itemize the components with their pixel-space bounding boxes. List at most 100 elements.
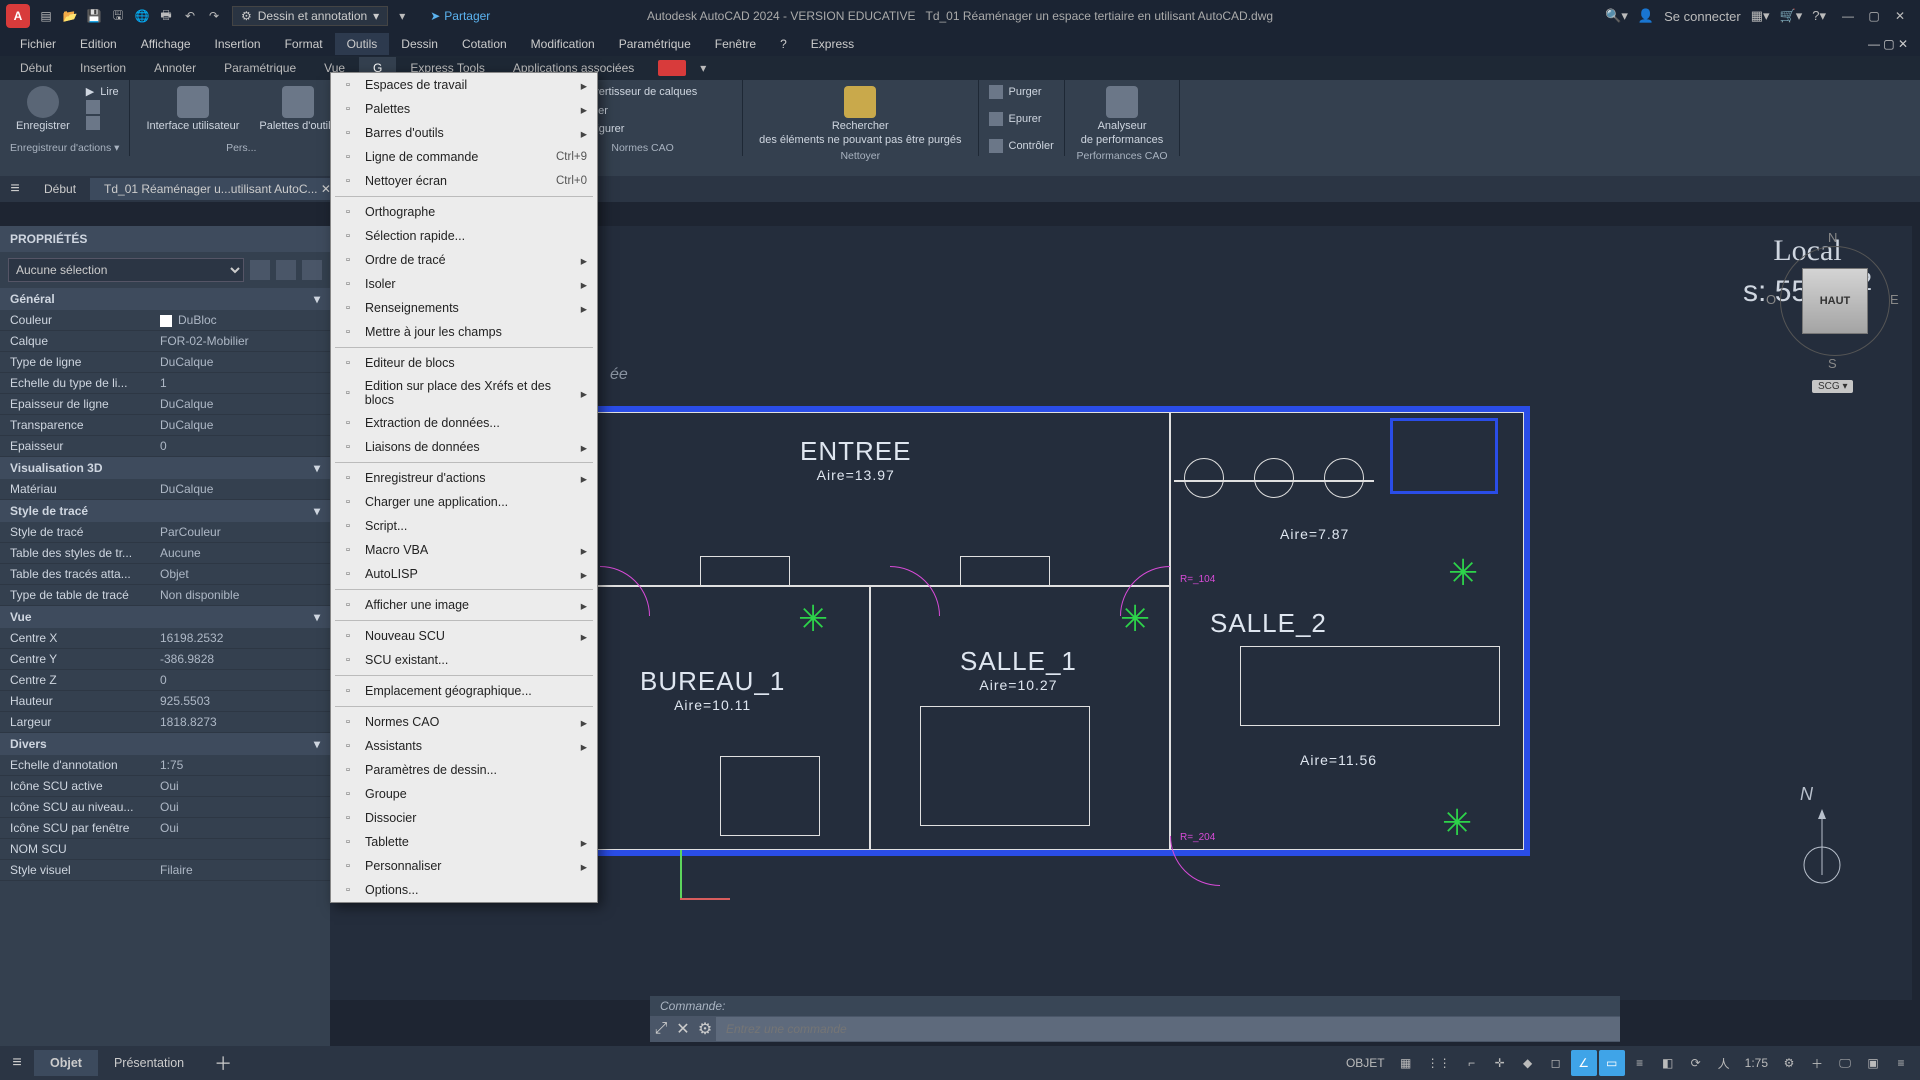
prop-row[interactable]: MatériauDuCalque xyxy=(0,479,330,500)
record-button[interactable]: Enregistrer xyxy=(10,84,76,134)
help-icon[interactable]: ?▾ xyxy=(1812,8,1826,24)
prop-row[interactable]: CalqueFOR-02-Mobilier xyxy=(0,331,330,352)
menu-item[interactable]: ▫Renseignements▸ xyxy=(331,296,597,320)
menu-doc-min-icon[interactable]: — ▢ ✕ xyxy=(1856,33,1920,55)
custom-status-icon[interactable]: ≡ xyxy=(1888,1050,1914,1076)
iso-icon[interactable]: ◆ xyxy=(1515,1050,1541,1076)
ortho-icon[interactable]: ⌐ xyxy=(1459,1050,1485,1076)
qat-saveas-icon[interactable]: 🖫 xyxy=(108,6,128,26)
prop-row[interactable]: Table des styles de tr...Aucune xyxy=(0,543,330,564)
prop-row[interactable]: Table des tracés atta...Objet xyxy=(0,564,330,585)
menu-fichier[interactable]: Fichier xyxy=(8,33,68,55)
tab-start[interactable]: Début xyxy=(30,178,90,200)
quickselect-icon[interactable] xyxy=(250,260,270,280)
menu-dessin[interactable]: Dessin xyxy=(389,33,450,55)
menu-item[interactable]: ▫Liaisons de données▸ xyxy=(331,435,597,459)
prop-row[interactable]: CouleurDuBloc xyxy=(0,310,330,331)
prop-row[interactable]: Centre X16198.2532 xyxy=(0,628,330,649)
iso2-icon[interactable]: ▣ xyxy=(1860,1050,1886,1076)
qat-redo-icon[interactable]: ↷ xyxy=(204,6,224,26)
qat-open-icon[interactable]: 📂 xyxy=(60,6,80,26)
menu-edition[interactable]: Edition xyxy=(68,33,129,55)
cui-button[interactable]: Interface utilisateur xyxy=(140,84,245,134)
epure-button[interactable]: Epurer xyxy=(989,111,1054,127)
app-switch-icon[interactable]: ▦▾ xyxy=(1751,8,1770,24)
menu-outils[interactable]: Outils xyxy=(335,33,390,55)
prop-row[interactable]: Epaisseur de ligneDuCalque xyxy=(0,394,330,415)
menu-format[interactable]: Format xyxy=(273,33,335,55)
menu-item[interactable]: ▫Mettre à jour les champs xyxy=(331,320,597,344)
menu-item[interactable]: ▫Edition sur place des Xréfs et des bloc… xyxy=(331,375,597,411)
tab-model[interactable]: Objet xyxy=(34,1050,98,1076)
cmd-customize-icon[interactable]: ⚙ xyxy=(694,1016,716,1042)
menu-item[interactable]: ▫Editeur de blocs xyxy=(331,351,597,375)
cycle-icon[interactable]: ⟳ xyxy=(1683,1050,1709,1076)
pickadd-icon[interactable] xyxy=(302,260,322,280)
menu-item[interactable]: ▫Orthographe xyxy=(331,200,597,224)
menu-item[interactable]: ▫Ligne de commandeCtrl+9 xyxy=(331,145,597,169)
cart-icon[interactable]: 🛒▾ xyxy=(1780,8,1803,24)
menu-insertion[interactable]: Insertion xyxy=(203,33,273,55)
menu-item[interactable]: ▫Assistants▸ xyxy=(331,734,597,758)
prop-row[interactable]: Hauteur925.5503 xyxy=(0,691,330,712)
command-input[interactable] xyxy=(716,1017,1620,1041)
ribbon-chevron-icon[interactable]: ▾ xyxy=(686,57,720,79)
qat-web-icon[interactable]: 🌐 xyxy=(132,6,152,26)
menu-item[interactable]: ▫Isoler▸ xyxy=(331,272,597,296)
prop-row[interactable]: Type de table de tracéNon disponible xyxy=(0,585,330,606)
ribbon-tab-insertion[interactable]: Insertion xyxy=(66,57,140,79)
ribbon-layer-chip[interactable] xyxy=(658,60,686,76)
prop-section-plot[interactable]: Style de tracé▾ xyxy=(0,500,330,522)
prop-row[interactable]: Largeur1818.8273 xyxy=(0,712,330,733)
prop-row[interactable]: Icône SCU activeOui xyxy=(0,776,330,797)
prop-section-misc[interactable]: Divers▾ xyxy=(0,733,330,755)
tab-layout1[interactable]: Présentation xyxy=(98,1050,200,1076)
maximize-icon[interactable]: ▢ xyxy=(1862,4,1886,28)
menu-item[interactable]: ▫Emplacement géographique... xyxy=(331,679,597,703)
prop-row[interactable]: TransparenceDuCalque xyxy=(0,415,330,436)
grid-icon[interactable]: ▦ xyxy=(1393,1050,1419,1076)
menu-item[interactable]: ▫Macro VBA▸ xyxy=(331,538,597,562)
prop-row[interactable]: Type de ligneDuCalque xyxy=(0,352,330,373)
menu-item[interactable]: ▫Script... xyxy=(331,514,597,538)
menu-item[interactable]: ▫Charger une application... xyxy=(331,490,597,514)
tab-add[interactable]: ＋ xyxy=(200,1050,246,1076)
menu-item[interactable]: ▫Espaces de travail▸ xyxy=(331,73,597,97)
prop-row[interactable]: Icône SCU par fenêtreOui xyxy=(0,818,330,839)
vc-e[interactable]: E xyxy=(1890,292,1899,307)
transp-icon[interactable]: ◧ xyxy=(1655,1050,1681,1076)
menu-item[interactable]: ▫Sélection rapide... xyxy=(331,224,597,248)
vc-wcs[interactable]: SCG ▾ xyxy=(1812,380,1853,393)
close-icon[interactable]: ✕ xyxy=(1888,4,1912,28)
selectobj-icon[interactable] xyxy=(276,260,296,280)
ribbon-tab-debut[interactable]: Début xyxy=(6,57,66,79)
viewcube[interactable]: HAUT xyxy=(1802,268,1868,334)
control-button[interactable]: Contrôler xyxy=(989,138,1054,154)
qat-undo-icon[interactable]: ↶ xyxy=(180,6,200,26)
anno-icon[interactable]: 人 xyxy=(1711,1050,1737,1076)
prop-row[interactable]: Echelle d'annotation1:75 xyxy=(0,755,330,776)
cmd-close-icon[interactable]: ✕ xyxy=(672,1016,694,1042)
minimize-icon[interactable]: — xyxy=(1836,4,1860,28)
dyn-icon[interactable]: ▭ xyxy=(1599,1050,1625,1076)
signin-label[interactable]: Se connecter xyxy=(1664,9,1741,24)
menu-affichage[interactable]: Affichage xyxy=(129,33,203,55)
menu-item[interactable]: ▫Barres d'outils▸ xyxy=(331,121,597,145)
prop-row[interactable]: Style de tracéParCouleur xyxy=(0,522,330,543)
tab-active-doc[interactable]: Td_01 Réaménager u...utilisant AutoC... … xyxy=(90,178,345,200)
status-model[interactable]: OBJET xyxy=(1340,1050,1391,1076)
selection-dropdown[interactable]: Aucune sélection xyxy=(8,258,244,282)
perf-button[interactable]: Analyseurde performances xyxy=(1075,84,1170,148)
search-icon[interactable]: 🔍▾ xyxy=(1605,8,1628,24)
purge-button[interactable]: Purger xyxy=(989,84,1054,100)
layout-tabs-menu-icon[interactable]: ≡ xyxy=(0,1054,34,1072)
menu-item[interactable]: ▫AutoLISP▸ xyxy=(331,562,597,586)
polar-icon[interactable]: ✛ xyxy=(1487,1050,1513,1076)
ribbon-tab-parametrique[interactable]: Paramétrique xyxy=(210,57,310,79)
menu-item[interactable]: ▫Paramètres de dessin... xyxy=(331,758,597,782)
menu-item[interactable]: ▫Normes CAO▸ xyxy=(331,710,597,734)
prop-row[interactable]: Style visuelFilaire xyxy=(0,860,330,881)
qat-save-icon[interactable]: 💾 xyxy=(84,6,104,26)
qat-dropdown-icon[interactable]: ▾ xyxy=(392,6,412,26)
menu-item[interactable]: ▫Tablette▸ xyxy=(331,830,597,854)
